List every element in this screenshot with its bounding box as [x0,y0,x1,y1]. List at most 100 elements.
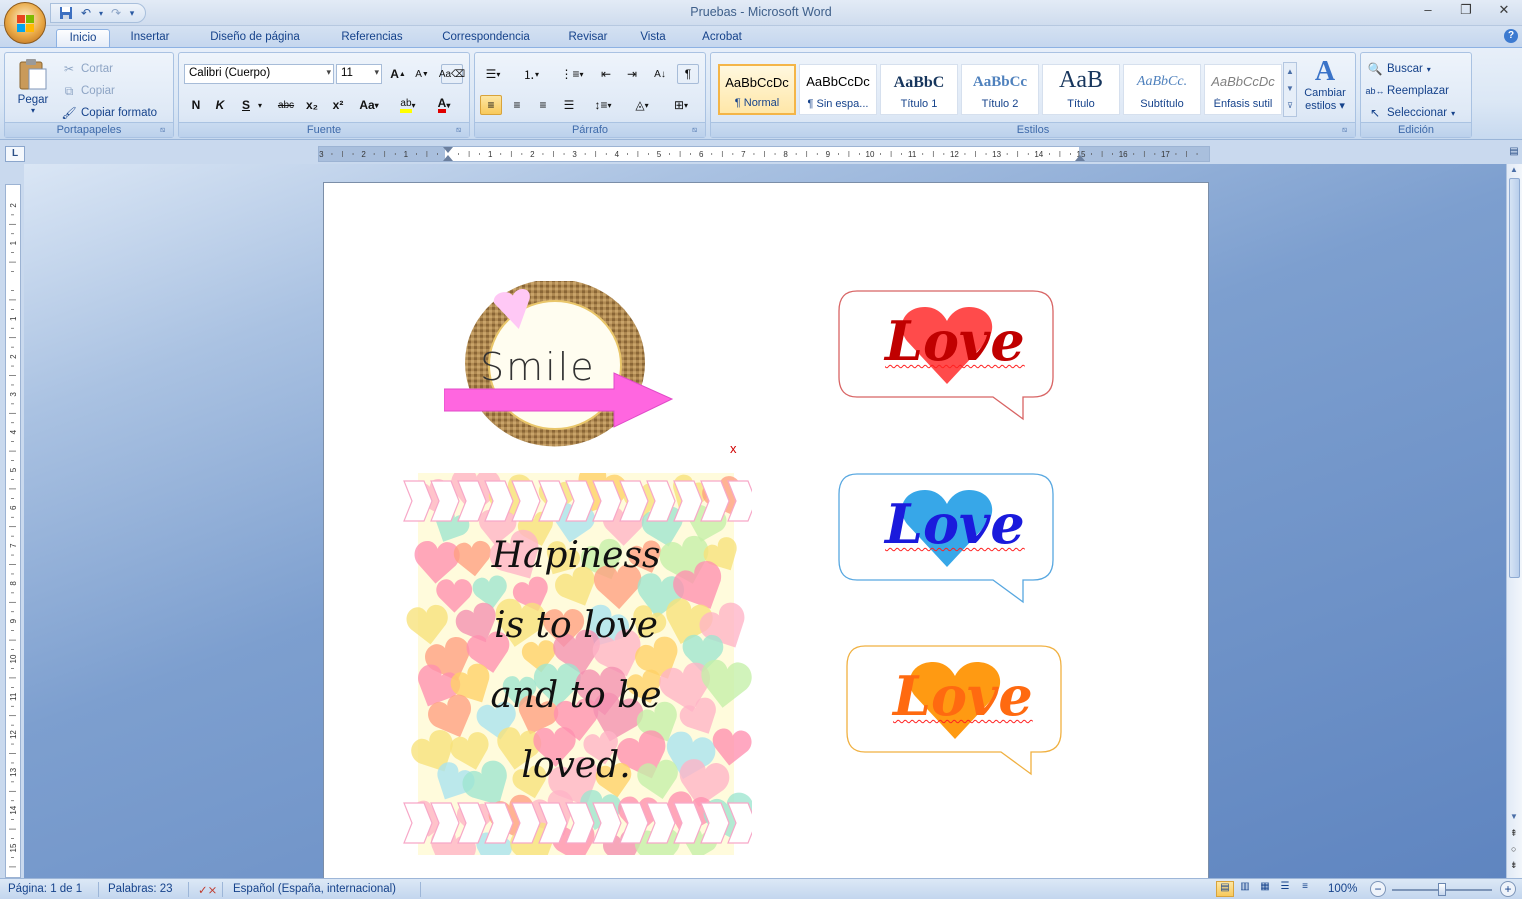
print-layout-icon[interactable]: ▤ [1216,881,1234,897]
minimize-button[interactable]: – [1418,2,1438,18]
undo-icon[interactable]: ↶ [77,5,95,21]
style-subtitulo[interactable]: AaBbCc. Subtítulo [1123,64,1201,115]
tab-correspondencia[interactable]: Correspondencia [427,29,545,48]
customize-qat-icon[interactable]: ▾ [127,5,137,21]
first-line-indent-marker[interactable] [443,147,453,153]
underline-dropdown-icon[interactable]: ▾ [255,95,265,115]
find-button[interactable]: 🔍 Buscar ▾ [1367,59,1431,79]
word-count[interactable]: Palabras: 23 [108,883,173,895]
smile-graphic[interactable]: Smile [443,279,674,451]
style-sin-espaciado[interactable]: AaBbCcDc ¶ Sin espa... [799,64,877,115]
justify-button[interactable]: ☰ [558,95,580,115]
draft-view-icon[interactable]: ≡ [1296,881,1314,897]
tab-referencias[interactable]: Referencias [328,29,416,48]
bullets-button[interactable]: ☰ ▾ [479,64,507,84]
styles-scroll[interactable]: ▲ ▼ ⊽ [1283,62,1297,117]
strikethrough-button[interactable]: abc [275,95,297,115]
tab-vista[interactable]: Vista [629,29,677,48]
right-indent-marker[interactable] [1075,155,1085,161]
language-indicator[interactable]: Español (España, internacional) [233,883,396,895]
styles-launcher-icon[interactable]: ⧅ [1342,125,1352,135]
decrease-indent-button[interactable]: ⇤ [595,64,617,84]
love-bubble-orange[interactable]: Love [845,644,1065,779]
bold-button[interactable]: N [185,95,207,115]
clipboard-launcher-icon[interactable]: ⧅ [160,125,170,135]
love-bubble-red[interactable]: Love [837,289,1057,424]
previous-page-icon[interactable]: ⇞ [1510,828,1518,839]
outline-view-icon[interactable]: ☰ [1276,881,1294,897]
office-button[interactable] [4,2,46,44]
style-titulo-1[interactable]: AaBbC Título 1 [880,64,958,115]
horizontal-ruler[interactable]: 3 2 1 1 2 3 4 5 6 7 8 9 10 11 12 13 14 15 16 17 [318,146,1210,162]
restore-button[interactable]: ❐ [1456,2,1476,18]
font-color-button[interactable]: A ▾ [429,95,459,115]
paste-button[interactable]: Pegar ▾ [11,57,55,121]
change-case-button[interactable]: Aa ▾ [355,95,383,115]
scroll-up-icon[interactable]: ▲ [1510,165,1518,174]
hapiness-card[interactable]: Hapiness is to love and to be loved. [402,463,757,873]
help-icon[interactable]: ? [1504,29,1518,43]
line-spacing-button[interactable]: ↕≡ ▾ [587,95,619,115]
font-name-combo[interactable]: Calibri (Cuerpo) ▾ [184,64,334,84]
align-right-button[interactable]: ≡ [532,95,554,115]
style-normal[interactable]: AaBbCcDc ¶ Normal [718,64,796,115]
copy-button[interactable]: ⧉ Copiar [61,81,115,101]
highlight-button[interactable]: ab ▾ [393,95,423,115]
redo-icon[interactable]: ↷ [107,5,125,21]
paste-dropdown-icon[interactable]: ▾ [11,106,55,115]
style-titulo-2[interactable]: AaBbCc Título 2 [961,64,1039,115]
multilevel-list-button[interactable]: ⋮≡ ▾ [557,64,587,84]
style-enfasis-sutil[interactable]: AaBbCcDc Énfasis sutil [1204,64,1282,115]
font-launcher-icon[interactable]: ⧅ [456,125,466,135]
save-icon[interactable] [57,5,75,21]
select-button[interactable]: ↖ Seleccionar ▾ [1367,103,1455,123]
format-painter-button[interactable]: 🖌 Copiar formato [61,103,157,123]
full-screen-reading-icon[interactable]: ▥ [1236,881,1254,897]
vertical-scrollbar[interactable]: ▲ ▼ ⇞ ○ ⇟ [1506,164,1522,878]
web-layout-icon[interactable]: ▦ [1256,881,1274,897]
vertical-ruler[interactable]: 2 1 1 2 3 4 5 6 7 8 9 10 11 12 13 14 15 [5,184,21,878]
scroll-down-icon[interactable]: ▼ [1284,80,1296,97]
zoom-level[interactable]: 100% [1328,883,1357,895]
show-formatting-button[interactable]: ¶ [677,64,699,84]
document-page[interactable]: Smile x Hapiness is to love and to be lo… [323,182,1209,878]
clear-format-button[interactable]: Aa⌫ [439,64,465,84]
superscript-button[interactable]: x² [327,95,349,115]
change-styles-button[interactable]: A Cambiar estilos ▾ [1299,57,1351,119]
proofing-icon[interactable]: ✓⨯ [198,883,217,897]
subscript-button[interactable]: x₂ [301,95,323,115]
love-bubble-blue[interactable]: Love [837,472,1057,607]
zoom-slider[interactable] [1392,883,1492,896]
font-size-combo[interactable]: 11 ▾ [336,64,382,84]
replace-button[interactable]: ab↔ Reemplazar [1366,81,1450,101]
style-titulo[interactable]: AaB Título [1042,64,1120,115]
sort-button[interactable]: A↓ [649,64,671,84]
view-ruler-icon[interactable]: ▤ [1506,146,1522,162]
increase-indent-button[interactable]: ⇥ [621,64,643,84]
zoom-slider-thumb[interactable] [1438,883,1446,896]
tab-insertar[interactable]: Insertar [118,29,182,48]
italic-button[interactable]: K [209,95,231,115]
paragraph-launcher-icon[interactable]: ⧅ [692,125,702,135]
align-center-button[interactable]: ≡ [506,95,528,115]
tab-selector-button[interactable]: L [5,146,25,162]
tab-inicio[interactable]: Inicio [56,29,110,48]
scrollbar-thumb[interactable] [1509,178,1520,578]
close-button[interactable]: ✕ [1494,2,1514,18]
browse-object-icon[interactable]: ○ [1511,844,1516,854]
underline-button[interactable]: S [235,95,257,115]
tab-acrobat[interactable]: Acrobat [688,29,756,48]
zoom-in-icon[interactable]: + [1500,881,1516,897]
page-count[interactable]: Página: 1 de 1 [8,883,82,895]
hanging-indent-marker[interactable] [443,155,453,161]
shading-button[interactable]: ◬ ▾ [625,95,659,115]
numbering-button[interactable]: ⒈ ▾ [517,64,545,84]
zoom-out-icon[interactable]: − [1370,881,1386,897]
cut-button[interactable]: ✂ Cortar [61,59,113,79]
scroll-down-icon[interactable]: ▼ [1510,812,1518,821]
grow-font-button[interactable]: A ▲ [387,64,409,84]
undo-dropdown-icon[interactable]: ▾ [97,5,105,21]
more-styles-icon[interactable]: ⊽ [1284,97,1296,114]
shrink-font-button[interactable]: A ▼ [411,64,433,84]
next-page-icon[interactable]: ⇟ [1510,860,1518,871]
